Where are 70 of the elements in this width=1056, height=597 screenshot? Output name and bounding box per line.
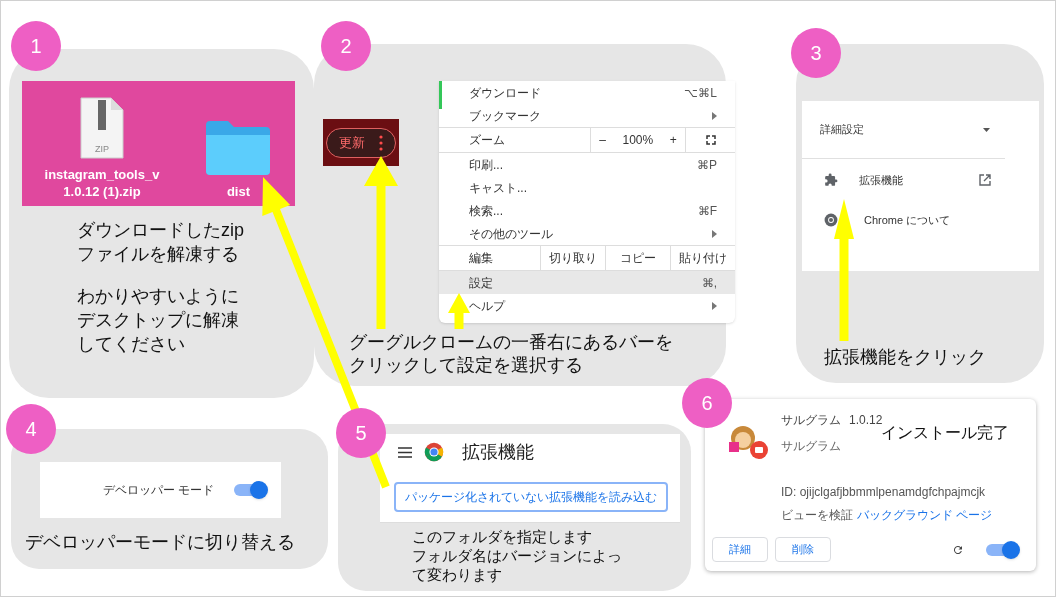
menu-item[interactable]: ブックマーク (439, 104, 735, 127)
instruction-text: わかりやすいように (77, 285, 240, 308)
puzzle-icon (824, 173, 838, 187)
arrow (448, 293, 470, 329)
extension-name: サルグラム (781, 412, 841, 429)
instruction-text: してください (77, 333, 186, 356)
menu-item[interactable]: ダウンロード ⌥⌘L (439, 81, 735, 104)
chrome-logo-icon (824, 213, 838, 227)
reload-icon[interactable] (952, 544, 964, 556)
menu-label: 編集 (468, 250, 494, 267)
page-title: 拡張機能 (462, 440, 534, 464)
step-number: 3 (791, 28, 841, 78)
step-number: 1 (11, 21, 61, 71)
instruction-text: グーグルクロームの一番右にあるバーを (349, 331, 673, 354)
step-number: 5 (336, 408, 386, 458)
edit-action-button[interactable]: 貼り付け (670, 246, 735, 270)
section-label[interactable]: 詳細設定 (820, 121, 864, 138)
toggle-label: デベロッパー モード (102, 482, 214, 499)
toggle-switch[interactable] (234, 481, 268, 499)
step-number: 6 (682, 378, 732, 428)
toggle-switch[interactable] (986, 541, 1020, 559)
external-link-icon[interactable] (979, 174, 991, 186)
file-type-label: ZIP (94, 144, 109, 154)
menu-item[interactable]: ヘルプ (439, 294, 735, 317)
menu-item[interactable]: キャスト... (439, 176, 735, 199)
fullscreen-icon[interactable] (705, 135, 716, 145)
menu-item[interactable]: 印刷... ⌘P (439, 153, 735, 176)
instruction-text: ダウンロードしたzip (77, 219, 245, 242)
edit-action-button[interactable]: 切り取り (540, 246, 605, 270)
extension-id: ID: ojijclgafjbbmmlpenamdgfchpajmcjk (781, 484, 987, 501)
extension-description: サルグラム (781, 438, 842, 455)
annotation-text: インストール完了 (881, 424, 1009, 443)
submenu-arrow-icon (712, 229, 717, 238)
file-name[interactable]: instagram_tools_v 1.0.12 (1).zip (44, 166, 160, 200)
update-button[interactable]: 更新 (326, 127, 396, 158)
instruction-text: フォルダ名はバージョンによっ (412, 546, 622, 565)
menu-label: ズーム (468, 132, 506, 149)
instruction-text: デスクトップに解凍 (77, 309, 240, 332)
monkey-logo-drawing (727, 424, 769, 460)
instruction-text: 拡張機能をクリック (824, 346, 986, 369)
menu-item[interactable]: 検索... ⌘F (439, 199, 735, 222)
step-number: 2 (321, 21, 371, 71)
submenu-arrow-icon (712, 111, 717, 120)
more-vertical-icon (379, 134, 383, 151)
instruction-text: このフォルダを指定します (412, 527, 593, 546)
step-number: 4 (6, 404, 56, 454)
card-action-button[interactable]: 詳細 (712, 537, 768, 562)
menu-item[interactable]: 設定 ⌘, (439, 271, 735, 294)
zoom-level: 100% (622, 132, 654, 149)
instruction-text: て変わります (412, 565, 503, 584)
menu-icon[interactable] (398, 446, 412, 458)
submenu-arrow-icon (712, 301, 717, 310)
card-action-button[interactable]: 削除 (775, 537, 831, 562)
settings-link[interactable]: Chrome について (864, 211, 991, 229)
zip-file-icon (80, 97, 124, 159)
edit-action-button[interactable]: コピー (605, 246, 670, 270)
file-name[interactable]: dist (226, 183, 251, 200)
zoom-out-button[interactable]: – (599, 131, 606, 149)
settings-link[interactable]: 拡張機能 (859, 171, 979, 189)
dropdown-caret-icon[interactable] (983, 127, 990, 132)
extension-version: 1.0.12 (849, 412, 883, 427)
menu-item[interactable]: その他のツール (439, 222, 735, 245)
instruction-text: クリックして設定を選択する (349, 354, 584, 377)
instruction-text: デベロッパーモードに切り替える (25, 531, 295, 554)
zoom-in-button[interactable]: + (669, 131, 677, 149)
inspect-label: ビューを検証 (781, 507, 853, 524)
background-page-link[interactable]: バックグラウンド ページ (857, 506, 993, 524)
instruction-text: ファイルを解凍する (77, 243, 240, 266)
load-unpacked-button[interactable]: パッケージ化されていない拡張機能を読み込む (394, 482, 668, 512)
chrome-logo-icon (424, 442, 444, 462)
